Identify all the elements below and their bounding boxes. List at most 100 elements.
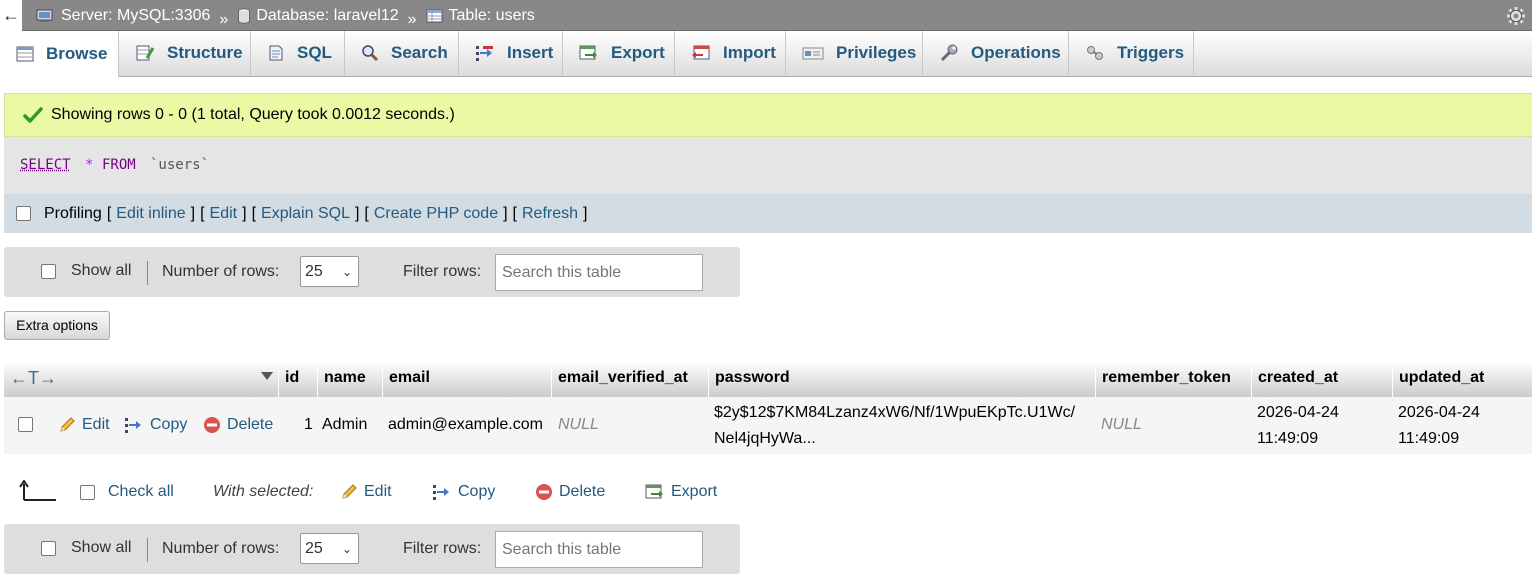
cell-updated-at-time[interactable]: 11:49:09 <box>1398 430 1459 448</box>
row-checkbox[interactable] <box>18 417 33 432</box>
tab-search-label: Search <box>391 43 448 62</box>
bracket-close: ] <box>354 204 360 222</box>
gear-icon[interactable] <box>1506 6 1526 26</box>
row-edit-button[interactable]: Edit <box>58 416 110 434</box>
tab-import[interactable]: Import <box>675 31 786 75</box>
tab-browse[interactable]: Browse <box>0 31 119 77</box>
create-php-code-link[interactable]: Create PHP code <box>374 205 498 223</box>
copy-icon <box>125 418 141 433</box>
breadcrumb-server[interactable]: Server: MySQL:3306 <box>36 0 210 31</box>
row-copy-button[interactable]: Copy <box>124 416 187 434</box>
bulk-delete-button[interactable]: Delete <box>535 483 605 501</box>
profiling-checkbox[interactable] <box>16 206 31 221</box>
privileges-icon <box>802 47 824 60</box>
column-header-password[interactable]: password <box>708 361 1095 397</box>
filter-rows-label: Filter rows: <box>403 263 482 280</box>
bracket-close: ] <box>503 204 508 222</box>
number-of-rows-select[interactable]: 25 ⌄ <box>300 533 359 564</box>
search-icon <box>362 45 379 62</box>
filter-rows-input[interactable] <box>495 531 703 568</box>
breadcrumb-separator: » <box>219 10 229 28</box>
column-header-email-verified-at[interactable]: email_verified_at <box>551 361 708 397</box>
back-arrow-button[interactable]: ← <box>0 0 22 31</box>
tab-insert-label: Insert <box>507 43 554 62</box>
tab-export-label: Export <box>611 43 665 62</box>
column-header-name[interactable]: name <box>317 361 382 397</box>
bracket-open: [ <box>251 204 257 222</box>
explain-sql-link[interactable]: Explain SQL <box>261 205 350 223</box>
refresh-link[interactable]: Refresh <box>522 205 578 223</box>
triggers-icon <box>1087 46 1103 60</box>
cell-password-line2[interactable]: Nel4jqHyWa... <box>714 430 816 448</box>
check-all-link[interactable]: Check all <box>108 483 174 501</box>
row-edit-label: Edit <box>82 416 110 433</box>
bracket-close: ] <box>583 204 588 222</box>
export-icon <box>579 45 597 60</box>
cell-updated-at-date[interactable]: 2026-04-24 <box>1398 404 1480 422</box>
row-delete-button[interactable]: Delete <box>203 416 273 434</box>
cell-name[interactable]: Admin <box>322 416 367 434</box>
pencil-icon <box>342 484 357 499</box>
tab-insert[interactable]: Insert <box>459 31 563 75</box>
server-icon <box>36 9 53 22</box>
tab-operations[interactable]: Operations <box>923 31 1069 75</box>
number-of-rows-label: Number of rows: <box>162 263 280 280</box>
cell-created-at-time[interactable]: 11:49:09 <box>1257 430 1318 448</box>
query-links-bar: Profiling [ Edit inline ] [ Edit ] [ Exp… <box>4 194 1532 233</box>
number-of-rows-label: Number of rows: <box>162 540 280 557</box>
cell-password-line1[interactable]: $2y$12$7KM84Lzanz4xW6/Nf/1WpuEKpTc.U1Wc/ <box>714 404 1075 422</box>
column-header-id[interactable]: id <box>278 361 317 397</box>
filter-rows-input[interactable] <box>495 254 703 291</box>
import-icon <box>692 45 710 60</box>
chevron-down-icon: ⌄ <box>341 265 352 279</box>
cell-id[interactable]: 1 <box>304 416 313 434</box>
success-message-text: Showing rows 0 - 0 (1 total, Query took … <box>51 106 455 123</box>
column-header-remember-token[interactable]: remember_token <box>1095 361 1251 397</box>
divider <box>147 261 148 285</box>
export-icon <box>645 484 663 499</box>
breadcrumb-table[interactable]: Table: users <box>426 0 535 31</box>
show-all-checkbox[interactable] <box>41 264 56 279</box>
bulk-export-button[interactable]: Export <box>645 483 717 501</box>
bracket-open: [ <box>364 204 369 222</box>
column-header-created-at[interactable]: created_at <box>1251 361 1392 397</box>
bulk-edit-button[interactable]: Edit <box>340 483 392 501</box>
sort-dropdown-icon[interactable] <box>260 371 274 381</box>
divider <box>147 538 148 562</box>
edit-query-link[interactable]: Edit <box>210 205 238 223</box>
delete-icon <box>204 417 220 433</box>
tab-browse-label: Browse <box>46 44 108 63</box>
cell-created-at-date[interactable]: 2026-04-24 <box>1257 404 1339 422</box>
cell-email-verified-at[interactable]: NULL <box>558 416 599 434</box>
column-resize-arrows[interactable]: ←T→ <box>10 361 57 395</box>
number-of-rows-select[interactable]: 25 ⌄ <box>300 256 359 287</box>
tab-sql[interactable]: SQL <box>251 31 345 75</box>
row-copy-label: Copy <box>150 416 188 433</box>
breadcrumb-table-label: Table: users <box>448 7 535 24</box>
browse-icon <box>16 46 34 62</box>
breadcrumb-database-label: Database: laravel12 <box>256 7 399 24</box>
breadcrumb-database[interactable]: Database: laravel12 <box>237 0 399 31</box>
edit-inline-link[interactable]: Edit inline <box>116 205 185 223</box>
tab-structure[interactable]: Structure <box>119 31 251 75</box>
tab-triggers-label: Triggers <box>1117 43 1185 62</box>
cell-remember-token[interactable]: NULL <box>1101 416 1142 434</box>
bulk-copy-button[interactable]: Copy <box>432 483 495 501</box>
profiling-label: Profiling <box>44 204 102 222</box>
bulk-export-label: Export <box>671 483 718 500</box>
extra-options-button[interactable]: Extra options <box>4 311 110 340</box>
sql-keyword-from: FROM <box>102 157 136 173</box>
tab-import-label: Import <box>723 43 776 62</box>
tab-export[interactable]: Export <box>563 31 675 75</box>
cell-email[interactable]: admin@example.com <box>388 416 543 434</box>
tab-privileges[interactable]: Privileges <box>786 31 923 75</box>
column-header-email[interactable]: email <box>382 361 551 397</box>
tab-triggers[interactable]: Triggers <box>1069 31 1194 75</box>
show-all-checkbox[interactable] <box>41 541 56 556</box>
breadcrumb-server-label: Server: MySQL:3306 <box>61 7 211 24</box>
column-header-updated-at[interactable]: updated_at <box>1392 361 1532 397</box>
check-all-checkbox[interactable] <box>80 485 95 500</box>
arrow-left-up-icon <box>19 480 56 501</box>
tab-search[interactable]: Search <box>345 31 459 75</box>
sql-keyword-select[interactable]: SELECT <box>20 157 71 173</box>
